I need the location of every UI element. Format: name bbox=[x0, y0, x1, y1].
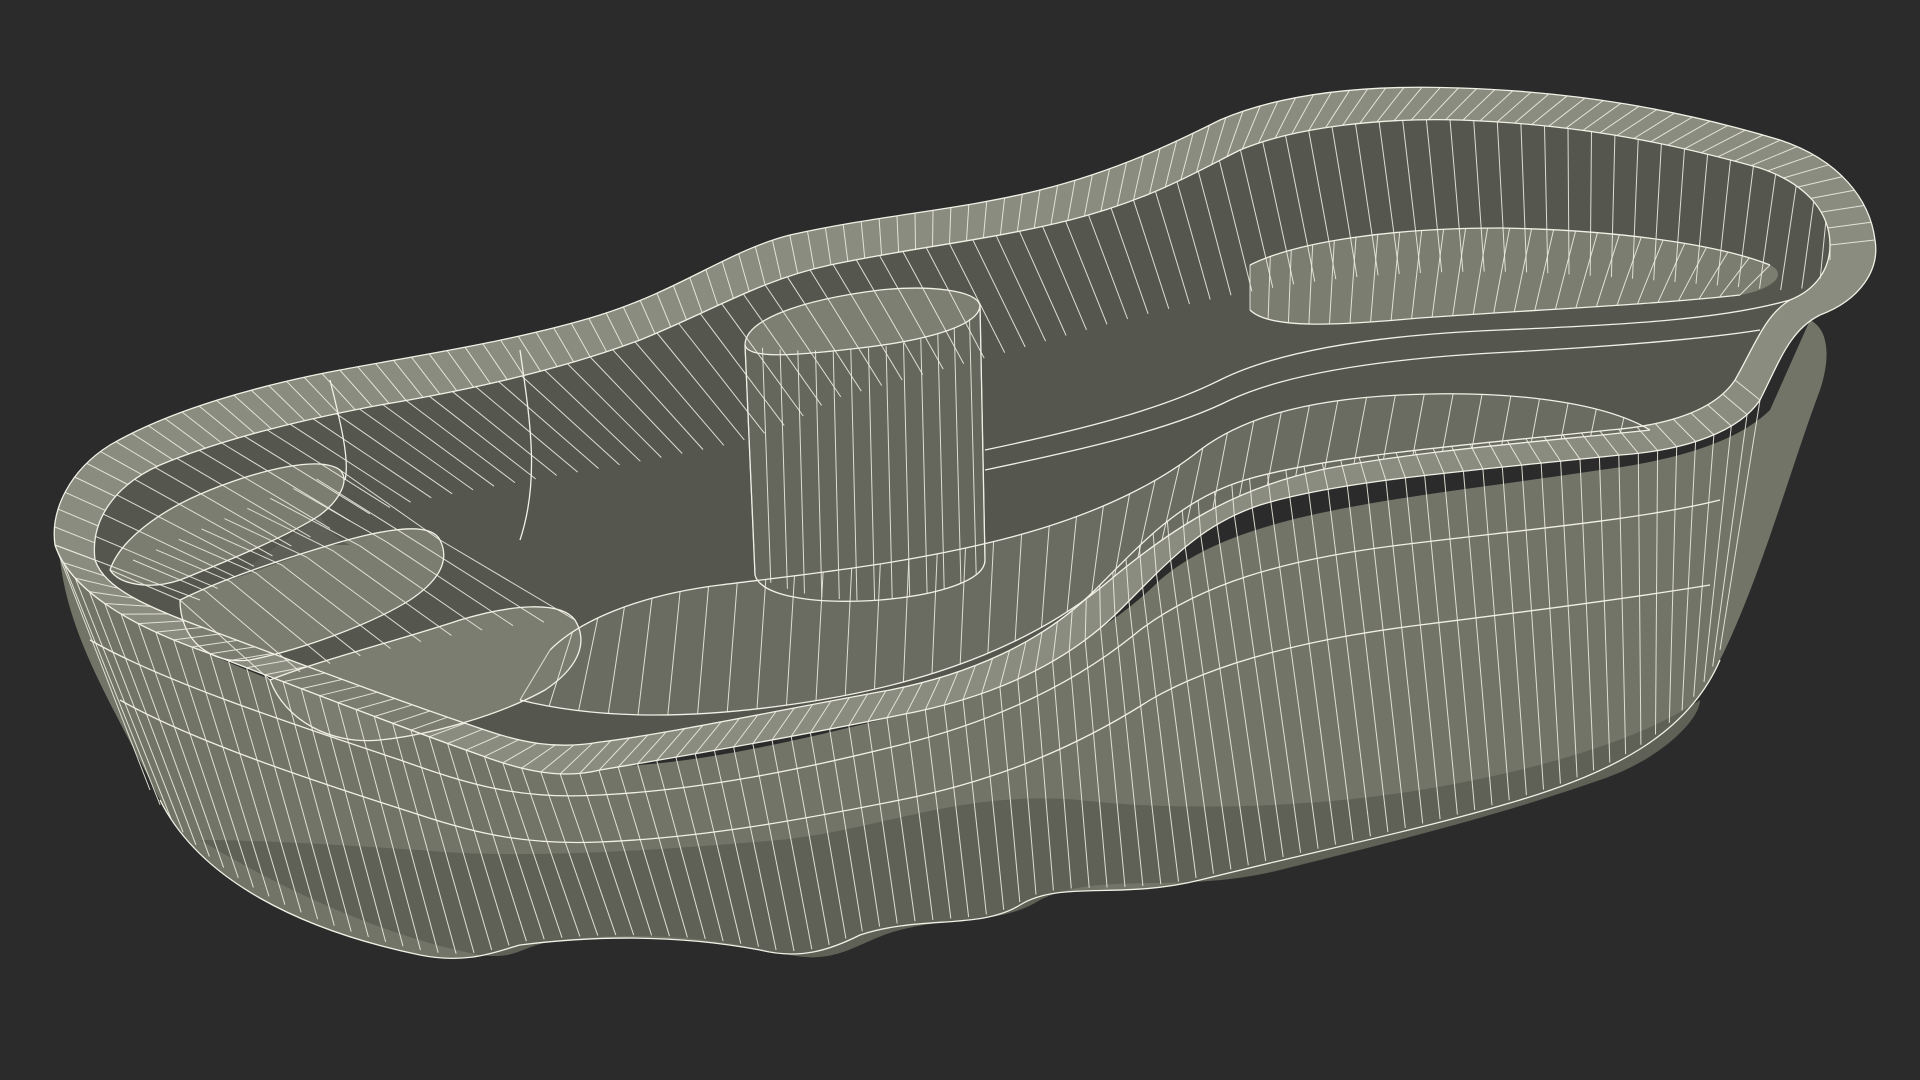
rim-segment-54 bbox=[932, 210, 934, 247]
pond-model-render bbox=[53, 86, 1877, 959]
render-viewport bbox=[0, 0, 1920, 1080]
rim-segment-53 bbox=[914, 213, 916, 250]
